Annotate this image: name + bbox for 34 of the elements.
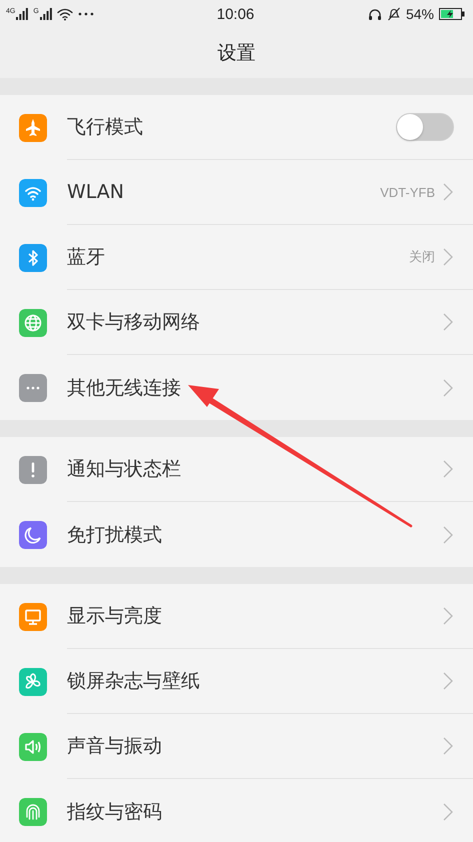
item-label: 双卡与移动网络 (67, 310, 201, 335)
item-label: 锁屏杂志与壁纸 (67, 669, 201, 694)
muted-bell-icon (386, 7, 401, 21)
chevron-icon (443, 460, 453, 478)
status-time: 10:06 (216, 6, 254, 22)
chevron-icon (443, 248, 453, 266)
item-label: 显示与亮度 (67, 604, 163, 629)
signal-icon (40, 8, 52, 20)
chevron-icon (443, 378, 453, 396)
chevron-icon (443, 526, 453, 544)
item-label: 声音与振动 (67, 734, 163, 759)
item-label: 通知与状态栏 (67, 457, 182, 482)
item-label: 蓝牙 (67, 245, 106, 270)
chevron-icon (443, 607, 453, 625)
more-icon (78, 12, 94, 16)
chevron-icon (443, 183, 453, 201)
headset-icon (368, 8, 382, 20)
item-label: 其他无线连接 (67, 376, 182, 400)
wifi-icon (56, 8, 73, 20)
battery-charging-icon (439, 8, 466, 20)
chevron-icon (443, 313, 453, 331)
item-value: 关闭 (409, 248, 435, 266)
item-label: 指纹与密码 (67, 800, 163, 824)
page-title: 设置 (218, 41, 256, 66)
item-value: VDT-YFB (380, 184, 435, 200)
chevron-icon (443, 672, 453, 690)
toggle-switch[interactable] (396, 113, 454, 141)
chevron-icon (443, 737, 453, 755)
item-label: 飞行模式 (67, 115, 144, 140)
chevron-icon (443, 802, 453, 820)
item-label: 免打扰模式 (67, 522, 163, 548)
signal-icon (16, 8, 28, 20)
item-label: WLAN (67, 181, 126, 203)
battery-percent: 54% (406, 6, 434, 22)
